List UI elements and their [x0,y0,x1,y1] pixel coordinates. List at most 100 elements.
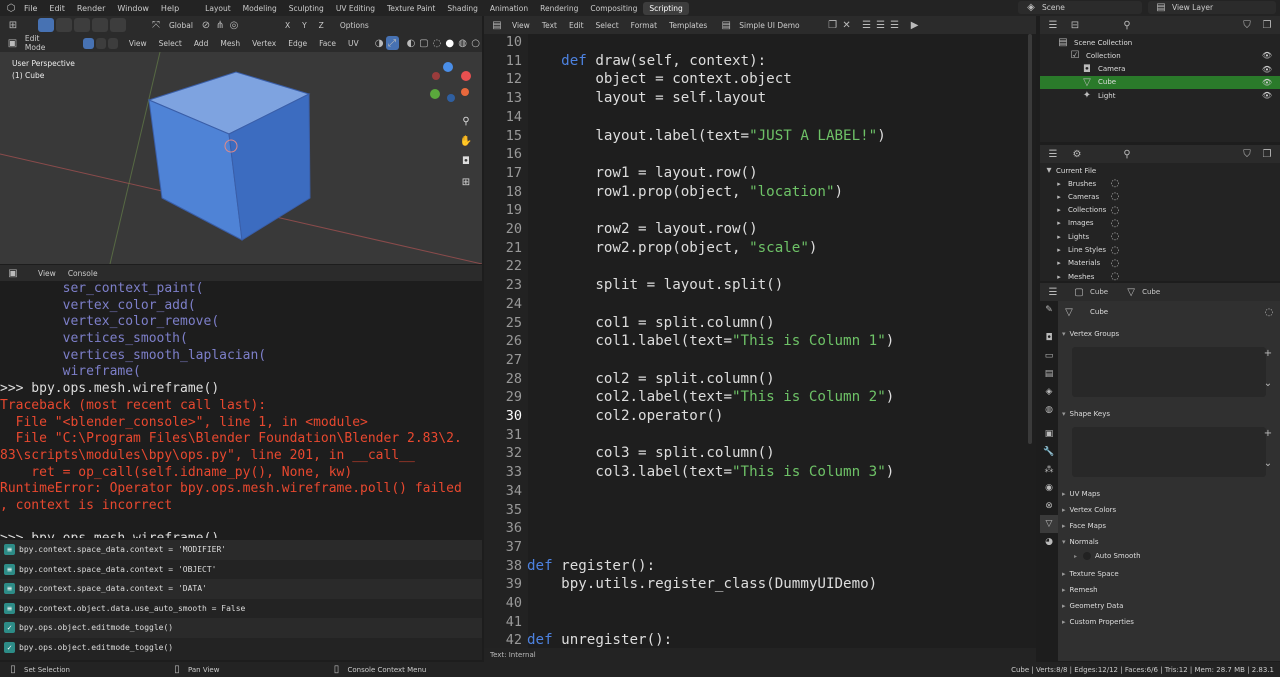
physics-tab-icon[interactable]: ◉ [1040,479,1058,497]
tab-modeling[interactable]: Modeling [237,2,283,15]
view-layer-selector[interactable]: ▤ View Layer [1148,1,1276,14]
shading-solid-icon[interactable]: ● [443,36,456,50]
info-log-entry[interactable]: ≡ bpy.context.object.data.use_auto_smooth… [0,599,482,619]
shape-key-menu-icon[interactable]: ⌄ [1261,456,1275,470]
shape-key-add-icon[interactable]: + [1261,426,1275,440]
world-tab-icon[interactable]: ◍ [1040,401,1058,419]
shading-rendered-icon[interactable]: ○ [469,36,482,50]
vertex-group-menu-icon[interactable]: ⌄ [1261,376,1275,390]
code-line[interactable]: 24 [484,296,1036,315]
info-log-entry[interactable]: ≡ bpy.context.space_data.context = 'MODIF… [0,540,482,560]
code-line[interactable]: 18 row1.prop(object, "location") [484,184,1036,203]
info-log-entry[interactable]: ✓ bpy.ops.object.editmode_toggle() [0,618,482,638]
select-mode-4[interactable] [110,18,126,32]
mode-dropdown[interactable]: Edit Mode [21,33,63,53]
console-menu-console[interactable]: Console [64,268,102,279]
console-menu-view[interactable]: View [34,268,60,279]
gizmo-y-icon[interactable] [430,89,440,99]
perspective-toggle-icon[interactable]: ⊞ [459,175,473,189]
gizmo-toggle-icon[interactable]: ⤢ [385,36,399,50]
code-line[interactable]: 41 [484,614,1036,633]
blend-file-editor-type-icon[interactable]: ☰ [1046,147,1060,161]
menu-uv[interactable]: UV [344,38,363,49]
code-line[interactable]: 40 [484,595,1036,614]
mesh-datablock[interactable]: ▽ Cube ◌ [1062,305,1276,319]
code-line[interactable]: 34 [484,483,1036,502]
code-line[interactable]: 19 [484,202,1036,221]
section-uv-maps[interactable]: ▸ UV Maps [1062,487,1276,501]
outliner-filter-icon[interactable]: ⛉ [1240,18,1254,32]
menu-render[interactable]: Render [77,4,105,13]
section-shape-keys[interactable]: ▾ Shape Keys [1062,407,1276,421]
gizmo-x-icon[interactable] [461,71,471,81]
camera-view-icon[interactable]: ◘ [459,154,473,168]
select-mode-1[interactable] [56,18,72,32]
code-line[interactable]: 15 layout.label(text="JUST A LABEL!") [484,128,1036,147]
code-line[interactable]: 37 [484,539,1036,558]
shape-keys-list[interactable] [1072,427,1266,477]
data-tab-icon[interactable]: ▽ [1040,515,1058,533]
options-dropdown[interactable]: Options [336,20,373,31]
pivot-icon[interactable]: ⊘ [199,18,213,32]
scene-tab-icon[interactable]: ◈ [1040,383,1058,401]
select-box-tool[interactable] [38,18,54,32]
run-script-icon[interactable]: ▶ [908,18,922,32]
gizmo-z-icon[interactable] [443,62,453,72]
te-menu-format[interactable]: Format [627,20,661,31]
blend-data-meshes[interactable]: ▸ Meshes ◌ [1040,270,1280,283]
code-line[interactable]: 31 [484,427,1036,446]
menu-mesh[interactable]: Mesh [216,38,244,49]
material-tab-icon[interactable]: ◕ [1040,533,1058,551]
outliner-item-cube[interactable]: ▽ Cube 👁 [1040,75,1280,89]
menu-vertex[interactable]: Vertex [248,38,280,49]
tab-compositing[interactable]: Compositing [584,2,643,15]
word-wrap-toggle-icon[interactable]: ☰ [874,18,888,32]
code-line[interactable]: 20 row2 = layout.row() [484,221,1036,240]
object-tab-icon[interactable]: ▣ [1040,425,1058,443]
render-tab-icon[interactable]: ◘ [1040,329,1058,347]
new-text-icon[interactable]: ❐ [826,18,840,32]
blend-file-search-icon[interactable]: ⚲ [1120,147,1134,161]
visibility-eye-icon[interactable]: 👁 [1262,91,1272,100]
vertex-select-mode[interactable] [83,37,94,49]
xray-toggle-icon[interactable]: ▢ [417,36,430,50]
section-normals[interactable]: ▾ Normals [1062,535,1276,549]
code-line[interactable]: 21 row2.prop(object, "scale") [484,240,1036,259]
vertex-group-add-icon[interactable]: + [1261,346,1275,360]
scene-selector[interactable]: ◈ Scene [1018,1,1142,14]
text-editor[interactable]: 10 11 def draw(self, context): 12 object =… [484,34,1036,648]
auto-smooth-checkbox[interactable] [1083,552,1092,560]
menu-file[interactable]: File [24,4,37,13]
python-console[interactable]: ser_context_paint( vertex_color_add( ver… [0,281,482,538]
blend-data-brushes[interactable]: ▸ Brushes ◌ [1040,177,1280,190]
outliner-item-collection[interactable]: ☑ Collection 👁 [1040,49,1280,62]
code-line[interactable]: 22 [484,258,1036,277]
menu-view[interactable]: View [125,38,151,49]
mesh-datablock-name[interactable]: Cube [1090,308,1108,316]
te-menu-text[interactable]: Text [538,20,561,31]
select-mode-2[interactable] [74,18,90,32]
te-menu-view[interactable]: View [508,20,534,31]
tab-scripting[interactable]: Scripting [643,1,689,15]
section-vertex-colors[interactable]: ▸ Vertex Colors [1062,503,1276,517]
breadcrumb-object[interactable]: Cube [1090,288,1108,296]
display-mode-icon[interactable]: ⊟ [1068,18,1082,32]
info-log-entry[interactable]: ≡ bpy.context.space_data.context = 'DATA' [0,579,482,599]
outliner-editor-type-icon[interactable]: ☰ [1046,18,1060,32]
breadcrumb-mesh[interactable]: Cube [1142,288,1160,296]
code-line[interactable]: 25 col1 = split.column() [484,315,1036,334]
outliner-item-camera[interactable]: ◘ Camera 👁 [1040,63,1280,76]
menu-edit[interactable]: Edit [49,4,65,13]
particles-tab-icon[interactable]: ⁂ [1040,461,1058,479]
tab-animation[interactable]: Animation [484,2,534,15]
visibility-eye-icon[interactable]: 👁 [1262,65,1272,74]
outliner-search-icon[interactable]: ⚲ [1120,18,1134,32]
menu-help[interactable]: Help [161,4,179,13]
constraints-tab-icon[interactable]: ⊗ [1040,497,1058,515]
gizmo-neg-x-icon[interactable] [432,72,440,80]
tab-shading[interactable]: Shading [441,2,483,15]
snap-icon[interactable]: ⋔ [213,18,227,32]
line-numbers-toggle-icon[interactable]: ☰ [860,18,874,32]
code-line[interactable]: 23 split = layout.split() [484,277,1036,296]
code-line[interactable]: 16 [484,146,1036,165]
